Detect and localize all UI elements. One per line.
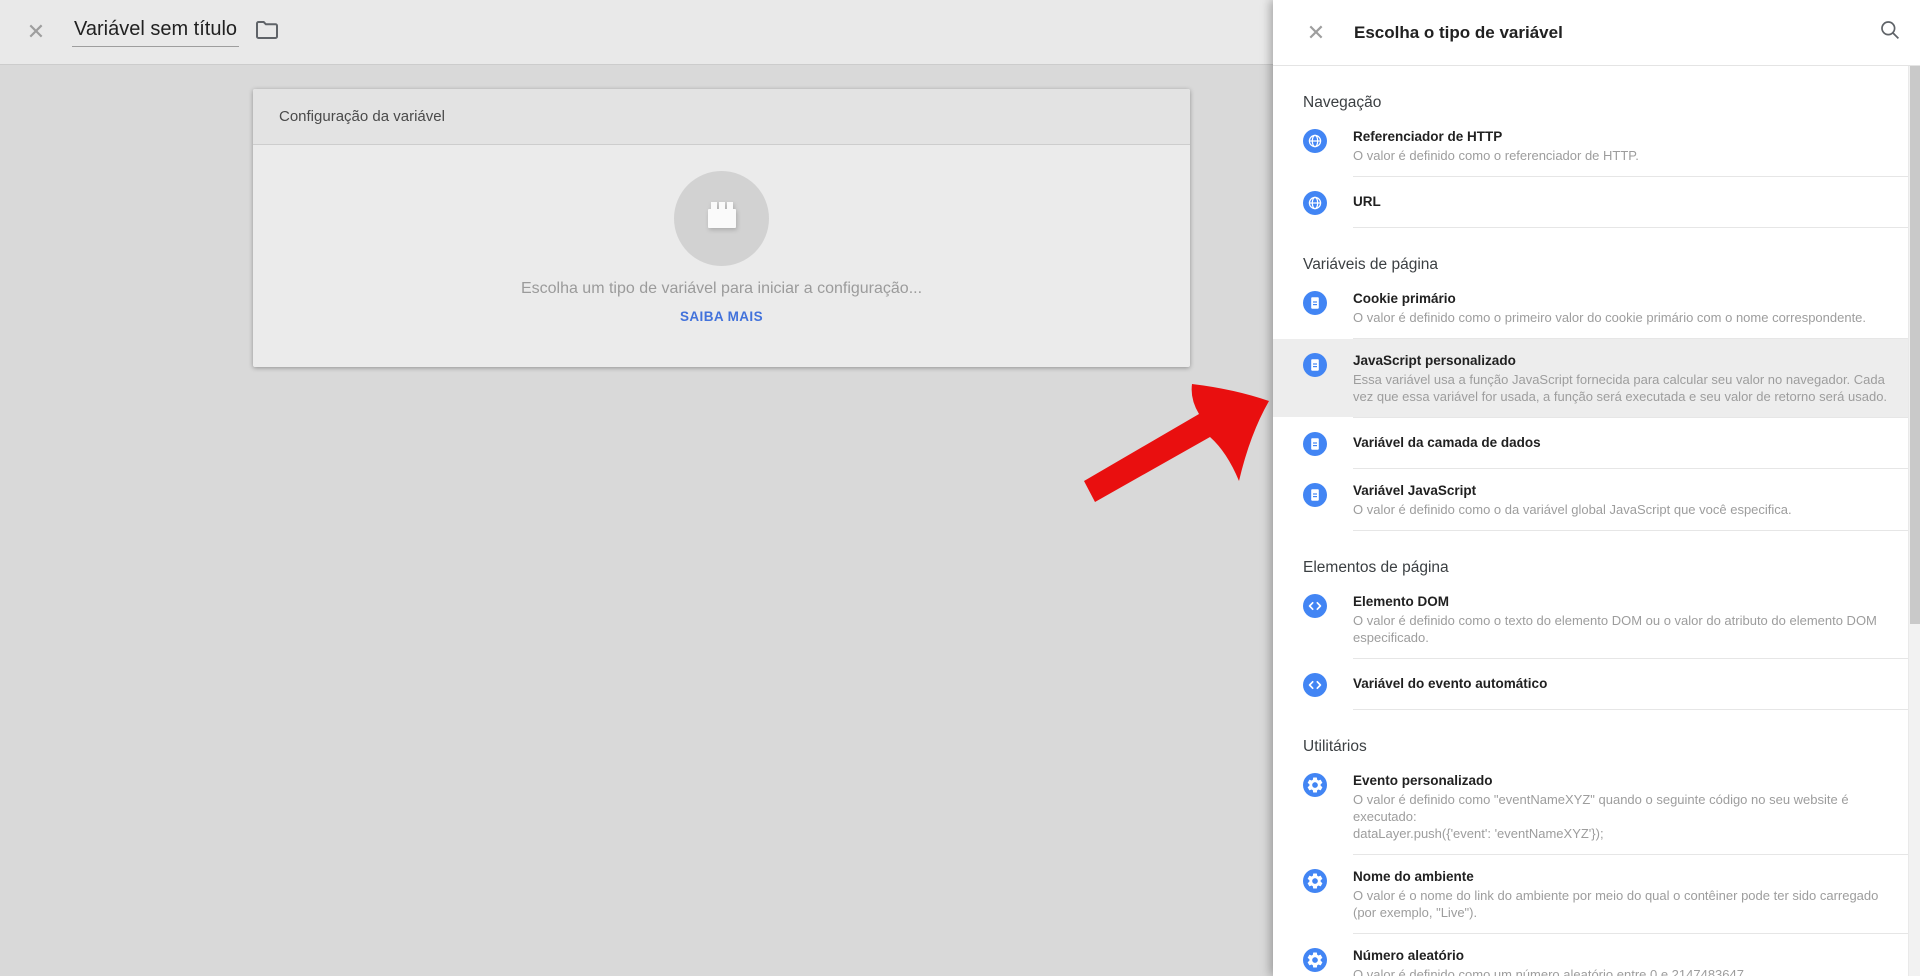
empty-state-text: Escolha um tipo de variável para iniciar… bbox=[521, 280, 922, 298]
card-header-title: Configuração da variável bbox=[279, 108, 445, 125]
close-editor-button[interactable]: ✕ bbox=[24, 20, 48, 44]
panel-scrollbar[interactable] bbox=[1908, 66, 1920, 976]
close-icon: ✕ bbox=[27, 21, 45, 43]
section-heading: Variáveis de página bbox=[1273, 255, 1908, 275]
variable-type-item[interactable]: Variável do evento automático bbox=[1273, 659, 1908, 709]
card-body[interactable]: Escolha um tipo de variável para iniciar… bbox=[253, 145, 1190, 324]
variable-type-item[interactable]: Elemento DOMO valor é definido como o te… bbox=[1273, 580, 1908, 658]
section-heading: Navegação bbox=[1273, 93, 1908, 113]
variable-type-item[interactable]: JavaScript personalizadoEssa variável us… bbox=[1273, 339, 1908, 417]
picker-title: Escolha o tipo de variável bbox=[1354, 23, 1563, 43]
section-heading: Utilitários bbox=[1273, 737, 1908, 757]
gear-icon bbox=[1303, 948, 1327, 972]
variable-title-input[interactable]: Variável sem título bbox=[72, 18, 239, 47]
item-title: Cookie primário bbox=[1353, 290, 1866, 308]
code-icon bbox=[1303, 594, 1327, 618]
divider bbox=[1353, 709, 1908, 710]
item-description: Essa variável usa a função JavaScript fo… bbox=[1353, 371, 1900, 405]
item-title: Referenciador de HTTP bbox=[1353, 128, 1639, 146]
item-description: O valor é definido como "eventNameXYZ" q… bbox=[1353, 791, 1900, 842]
folder-icon bbox=[255, 20, 279, 45]
variable-picker-panel: ✕ Escolha o tipo de variável NavegaçãoRe… bbox=[1273, 0, 1920, 976]
globe-icon bbox=[1303, 129, 1327, 153]
code-icon bbox=[1303, 673, 1327, 697]
variable-type-item[interactable]: Cookie primárioO valor é definido como o… bbox=[1273, 277, 1908, 338]
search-button[interactable] bbox=[1878, 18, 1902, 47]
item-title: Evento personalizado bbox=[1353, 772, 1900, 790]
item-title: JavaScript personalizado bbox=[1353, 352, 1900, 370]
item-title: Variável JavaScript bbox=[1353, 482, 1792, 500]
gear-icon bbox=[1303, 869, 1327, 893]
divider bbox=[1353, 227, 1908, 228]
variable-type-item[interactable]: Variável da camada de dados bbox=[1273, 418, 1908, 468]
item-description: O valor é o nome do link do ambiente por… bbox=[1353, 887, 1900, 921]
item-title: Variável da camada de dados bbox=[1353, 434, 1541, 452]
document-icon bbox=[1303, 353, 1327, 377]
item-title: Elemento DOM bbox=[1353, 593, 1900, 611]
gtm-variable-editor: ✕ Variável sem título Configuração da va… bbox=[0, 0, 1920, 976]
item-description: O valor é definido como o texto do eleme… bbox=[1353, 612, 1900, 646]
variable-type-item[interactable]: Variável JavaScriptO valor é definido co… bbox=[1273, 469, 1908, 530]
variable-configuration-card: Configuração da variável Escolha um tipo… bbox=[253, 89, 1190, 367]
item-title: URL bbox=[1353, 193, 1381, 211]
document-icon bbox=[1303, 432, 1327, 456]
item-description: O valor é definido como o da variável gl… bbox=[1353, 501, 1792, 518]
document-icon bbox=[1303, 291, 1327, 315]
close-icon: ✕ bbox=[1307, 22, 1325, 44]
card-header: Configuração da variável bbox=[253, 89, 1190, 145]
picker-header: ✕ Escolha o tipo de variável bbox=[1273, 0, 1920, 66]
item-description: O valor é definido como um número aleató… bbox=[1353, 966, 1748, 976]
globe-icon bbox=[1303, 191, 1327, 215]
gear-icon bbox=[1303, 773, 1327, 797]
variable-type-item[interactable]: URL bbox=[1273, 177, 1908, 227]
section-heading: Elementos de página bbox=[1273, 558, 1908, 578]
variable-type-list: NavegaçãoReferenciador de HTTPO valor é … bbox=[1273, 66, 1908, 976]
item-title: Número aleatório bbox=[1353, 947, 1748, 965]
placeholder-circle bbox=[674, 171, 769, 266]
scrollbar-thumb[interactable] bbox=[1910, 66, 1920, 624]
document-icon bbox=[1303, 483, 1327, 507]
item-description: O valor é definido como o primeiro valor… bbox=[1353, 309, 1866, 326]
variable-type-item[interactable]: Nome do ambienteO valor é o nome do link… bbox=[1273, 855, 1908, 933]
item-title: Variável do evento automático bbox=[1353, 675, 1547, 693]
search-icon bbox=[1878, 18, 1902, 47]
variable-type-item[interactable]: Evento personalizadoO valor é definido c… bbox=[1273, 759, 1908, 854]
divider bbox=[1353, 530, 1908, 531]
variable-type-item[interactable]: Número aleatórioO valor é definido como … bbox=[1273, 934, 1908, 976]
close-picker-button[interactable]: ✕ bbox=[1304, 21, 1328, 45]
item-description: O valor é definido como o referenciador … bbox=[1353, 147, 1639, 164]
learn-more-link[interactable]: SAIBA MAIS bbox=[680, 309, 763, 324]
item-title: Nome do ambiente bbox=[1353, 868, 1900, 886]
move-to-folder-button[interactable] bbox=[255, 20, 279, 45]
brick-icon bbox=[699, 198, 745, 239]
variable-type-item[interactable]: Referenciador de HTTPO valor é definido … bbox=[1273, 115, 1908, 176]
